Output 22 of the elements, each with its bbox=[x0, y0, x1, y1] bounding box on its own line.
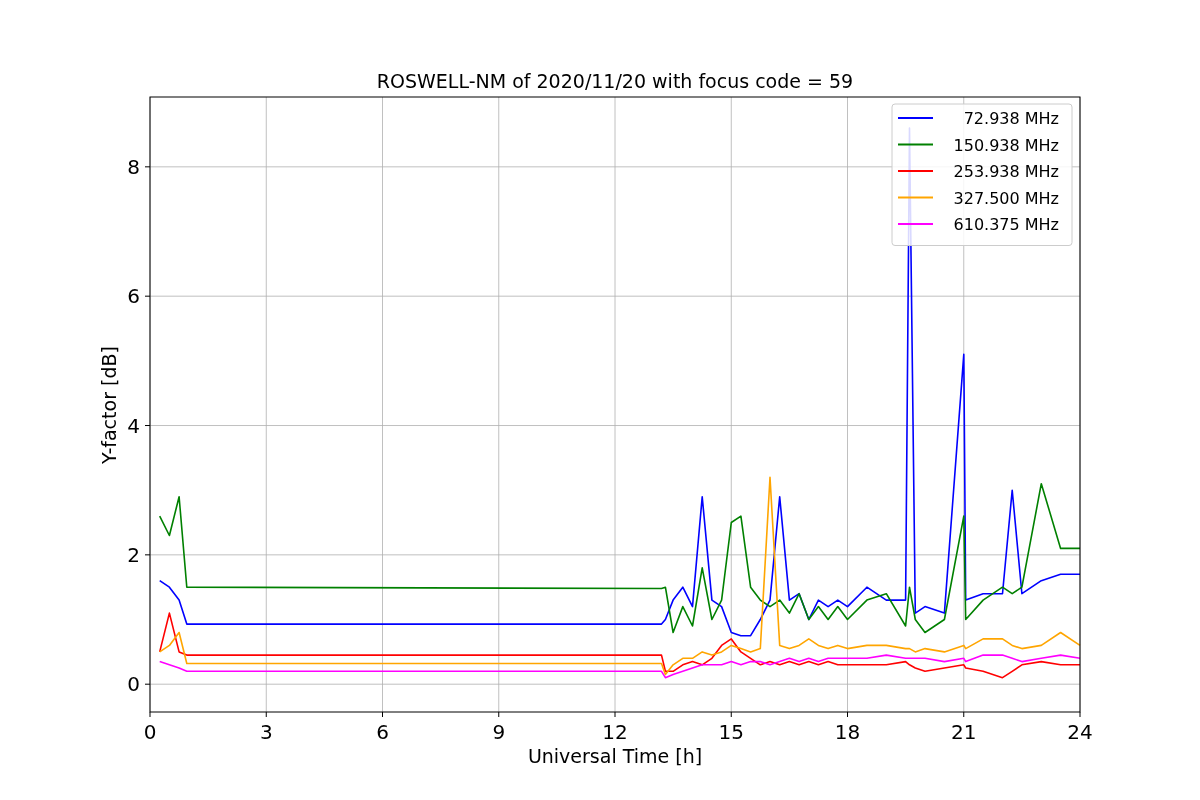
tick-label: 21 bbox=[951, 720, 977, 744]
legend-label: 253.938 MHz bbox=[953, 162, 1059, 181]
legend-label: 327.500 MHz bbox=[953, 188, 1059, 208]
tick-label: 2 bbox=[127, 542, 140, 567]
axis-label: Y-factor [dB] bbox=[98, 346, 120, 464]
tick-label: 12 bbox=[602, 720, 628, 744]
tick-label: 9 bbox=[492, 720, 506, 744]
tick-label: 6 bbox=[127, 284, 140, 309]
tick-label: 24 bbox=[1067, 720, 1093, 744]
tick-label: 0 bbox=[127, 672, 140, 697]
axis-label: Universal Time [h] bbox=[527, 745, 703, 767]
tick-label: 15 bbox=[718, 720, 744, 744]
legend-label: 150.938 MHz bbox=[953, 135, 1059, 155]
legend-label: 72.938 MHz bbox=[963, 109, 1059, 128]
tick-label: 4 bbox=[127, 413, 140, 438]
tick-label: 3 bbox=[259, 720, 273, 744]
tick-label: 18 bbox=[834, 720, 861, 744]
tick-label: 8 bbox=[127, 154, 140, 179]
legend-label: 610.375 MHz bbox=[953, 215, 1059, 234]
tick-label: 0 bbox=[143, 720, 157, 744]
chart-title: ROSWELL-NM of 2020/11/20 with focus code = 59 bbox=[376, 70, 854, 92]
tick-label: 6 bbox=[376, 720, 389, 744]
